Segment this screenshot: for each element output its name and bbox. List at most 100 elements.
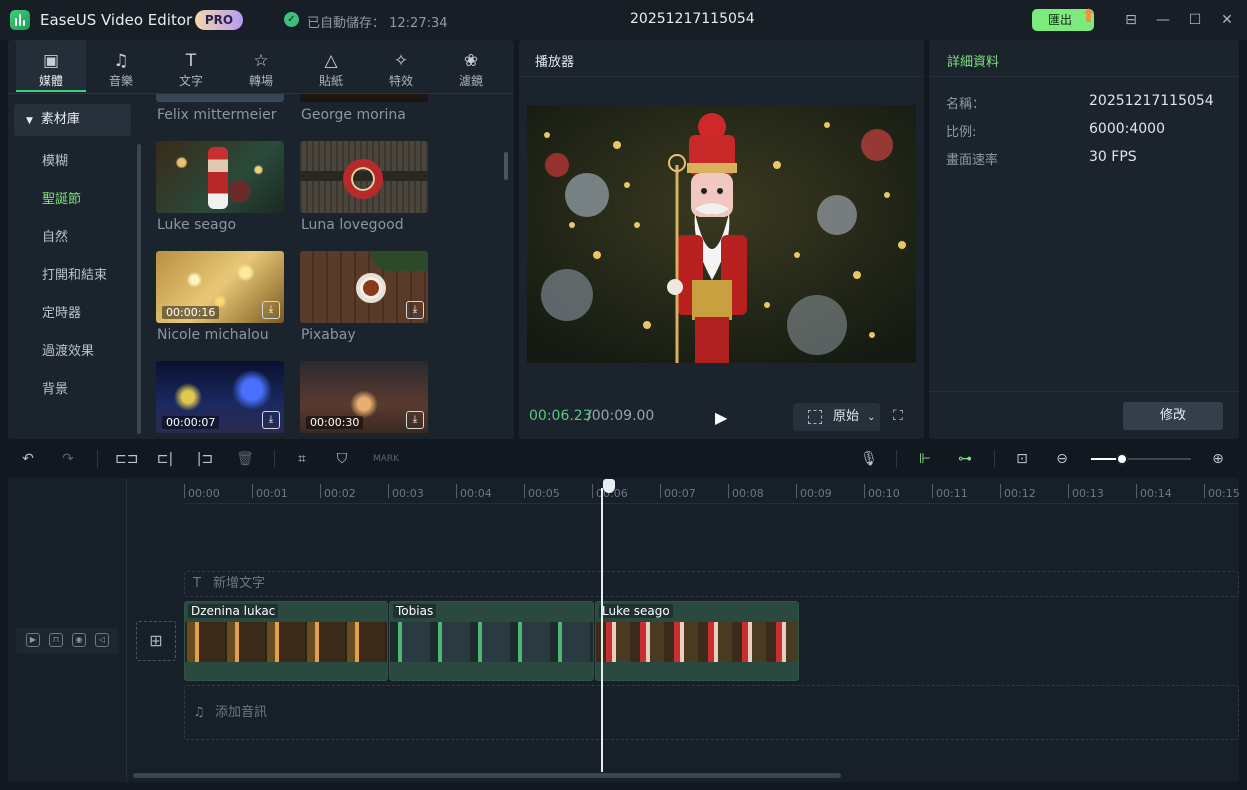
time-ruler[interactable]: 00:00 00:01 00:02 00:03 00:04 00:05 00:06 00:07… (184, 478, 1240, 504)
tab-text[interactable]: T 文字 (156, 40, 226, 92)
zoom-in-icon[interactable]: ⊕ (1208, 449, 1228, 469)
ruler-tick-label: 00:02 (320, 484, 356, 500)
tab-media[interactable]: ▣ 媒體 (16, 40, 86, 92)
divider (929, 391, 1239, 392)
tab-filter[interactable]: ❀ 濾鏡 (436, 40, 506, 92)
tab-label: 貼紙 (318, 74, 343, 88)
link-icon[interactable]: ⊶ (955, 449, 975, 469)
maximize-icon[interactable]: ☐ (1185, 10, 1205, 30)
tab-label: 濾鏡 (458, 74, 483, 88)
add-media-icon[interactable]: ⊞ (136, 621, 176, 661)
zoom-slider-knob[interactable] (1116, 453, 1128, 465)
export-button[interactable]: 匯出 ⬆ (1032, 6, 1096, 31)
track-lock-icon[interactable]: ⊓ (49, 633, 63, 647)
media-duration: 00:00:16 (162, 306, 220, 319)
category-background[interactable]: 背景 (42, 378, 68, 397)
timeline-clip[interactable]: Luke seago (595, 601, 799, 681)
total-time: /00:09.00 (587, 408, 655, 424)
divider (519, 76, 924, 77)
track-visibility-icon[interactable]: ◉ (72, 633, 86, 647)
divider (929, 76, 1239, 77)
timeline-scrollbar[interactable] (133, 773, 841, 778)
category-scrollbar[interactable] (137, 144, 141, 434)
timeline: 00:00 00:01 00:02 00:03 00:04 00:05 00:06 00:07… (8, 478, 1240, 782)
play-icon[interactable]: ▶ (715, 408, 727, 427)
playhead-handle[interactable] (603, 479, 615, 493)
timeline-clip[interactable]: Tobias (389, 601, 594, 681)
zoom-out-icon[interactable]: ⊖ (1052, 449, 1072, 469)
undo-icon[interactable]: ↶ (18, 449, 38, 469)
media-thumbnail[interactable]: 00:00:07 ⤓ (156, 361, 284, 433)
ruler-tick-label: 00:13 (1068, 484, 1104, 500)
timeline-clip[interactable]: Dzenina lukac (184, 601, 388, 681)
media-thumbnail[interactable] (300, 141, 428, 213)
close-icon[interactable]: ✕ (1217, 10, 1237, 30)
track-video-icon[interactable]: ▶ (26, 633, 40, 647)
download-icon[interactable]: ⤓ (262, 411, 280, 429)
track-controls: ▶ ⊓ ◉ ◁ (16, 628, 118, 654)
detail-key: 名稱： (946, 97, 986, 112)
fit-timeline-icon[interactable]: ⊡ (1012, 449, 1032, 469)
category-nature[interactable]: 自然 (42, 226, 68, 245)
download-icon[interactable]: ⤓ (406, 301, 424, 319)
watermark-icon[interactable]: MARK (372, 449, 400, 469)
trim-start-icon[interactable]: ⊏| (155, 449, 175, 469)
snap-icon[interactable]: ⊩ (915, 449, 935, 469)
clip-name: Tobias (393, 604, 437, 618)
media-thumbnail[interactable]: 00:00:16 ⤓ (156, 251, 284, 323)
trim-end-icon[interactable]: |⊐ (195, 449, 215, 469)
tab-music[interactable]: ♫ 音樂 (86, 40, 156, 92)
category-transition-effects[interactable]: 過渡效果 (42, 340, 94, 359)
marker-icon[interactable]: ⛉ (332, 449, 352, 469)
media-duration: 00:00:07 (162, 416, 220, 429)
app-logo-icon (10, 10, 30, 30)
pro-badge[interactable]: PRO (195, 10, 243, 30)
media-name: George morina (301, 107, 406, 123)
clip-name: Luke seago (599, 604, 673, 618)
text-track[interactable]: T 新增文字 (184, 571, 1239, 597)
fullscreen-icon[interactable]: ⛶ (893, 408, 909, 424)
timeline-toolbar: ↶ ↷ ⊏⊐ ⊏| |⊐ 🗑 ⌗ ⛉ MARK 🎙 ⊩ ⊶ ⊡ ⊖ ⊕ (0, 440, 1247, 478)
category-christmas[interactable]: 聖誕節 (42, 188, 81, 207)
autosave-check-icon: ✓ (284, 12, 299, 27)
category-timer[interactable]: 定時器 (42, 302, 81, 321)
details-panel: 詳細資料 名稱： 20251217115054 比例: 6000:4000 畫面… (929, 40, 1239, 439)
download-icon[interactable]: ⤓ (262, 301, 280, 319)
dropdown-menu-icon[interactable]: ⊟ (1121, 10, 1141, 30)
effects-icon: ✧ (393, 51, 409, 71)
tab-transition[interactable]: ☆ 轉場 (226, 40, 296, 92)
playhead[interactable] (601, 488, 603, 772)
music-icon: ♫ (113, 51, 129, 71)
detail-key: 比例: (946, 125, 977, 140)
category-blur[interactable]: 模糊 (42, 150, 68, 169)
library-category[interactable]: ▼ 素材庫 (14, 104, 131, 136)
split-icon[interactable]: ⊏⊐ (115, 449, 138, 469)
preview-image (527, 105, 916, 363)
media-thumbnail[interactable] (156, 141, 284, 213)
media-thumbnail[interactable] (156, 94, 284, 102)
tab-effects[interactable]: ✧ 特效 (366, 40, 436, 92)
media-thumbnail[interactable]: ⤓ (300, 251, 428, 323)
edit-button[interactable]: 修改 (1123, 402, 1223, 430)
media-name: Luke seago (157, 217, 237, 233)
download-icon[interactable]: ⤓ (406, 411, 424, 429)
redo-icon[interactable]: ↷ (58, 449, 78, 469)
media-name: Nicole michalou (157, 327, 269, 343)
speech-to-text-icon[interactable]: ⌗ (292, 449, 312, 469)
track-volume-icon[interactable]: ◁ (95, 633, 109, 647)
tab-sticker[interactable]: △ 貼紙 (296, 40, 366, 92)
media-grid-scrollbar[interactable] (504, 152, 508, 180)
zoom-slider[interactable] (1091, 453, 1191, 465)
delete-icon[interactable]: 🗑 (235, 449, 255, 469)
aspect-ratio-dropdown[interactable]: 原始 ⌄ (793, 403, 880, 431)
microphone-icon[interactable]: 🎙 (859, 449, 879, 469)
clip-name: Dzenina lukac (188, 604, 279, 618)
media-thumbnail[interactable]: 00:00:30 ⤓ (300, 361, 428, 433)
minimize-icon[interactable]: — (1153, 10, 1173, 30)
category-opening-ending[interactable]: 打開和結束 (42, 264, 107, 283)
media-thumbnail[interactable] (300, 94, 428, 102)
video-preview[interactable] (527, 105, 916, 363)
ruler-tick-label: 00:12 (1000, 484, 1036, 500)
audio-track[interactable]: ♫ 添加音訊 (184, 685, 1239, 740)
tab-label: 音樂 (108, 74, 133, 88)
